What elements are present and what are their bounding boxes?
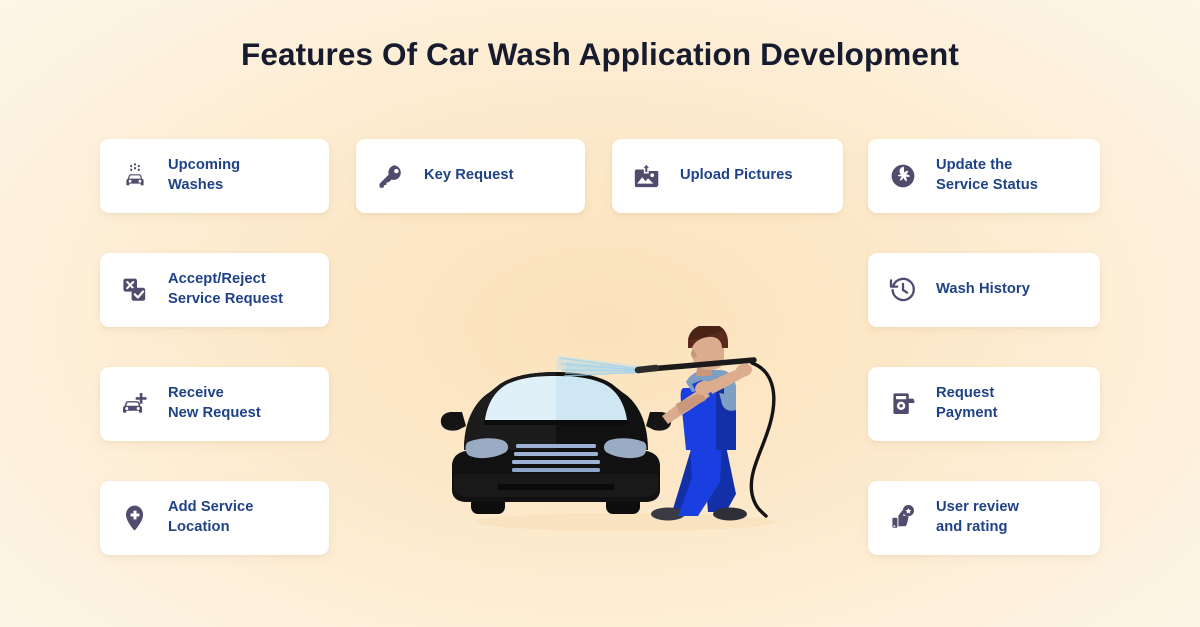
water-spray [556,356,642,377]
image-upload-icon [630,159,664,193]
feature-card-label-line: New Request [168,405,261,421]
feature-card-upload-pictures[interactable]: Upload Pictures [612,139,843,213]
page-title: Features Of Car Wash Application Develop… [241,36,959,72]
car-plus-icon [118,387,152,421]
infographic-poster: Features Of Car Wash Application Develop… [0,0,1200,627]
feature-card-label-line: Accept/Reject [168,271,266,288]
feature-card-label-line: and rating [936,519,1008,535]
feature-card-label: Accept/Reject Service Request [168,270,283,309]
feature-card-receive-new-request[interactable]: Receive New Request [100,367,329,441]
feature-card-label-line: Washes [168,177,224,193]
feature-card-label-line: Service Request [168,291,284,307]
feature-card-add-service-location[interactable]: Add Service Location [100,481,329,555]
car-graphic [440,372,672,514]
feature-card-label: Wash History [936,280,1030,300]
feature-card-user-review-and-rating[interactable]: User review and rating [868,481,1100,555]
atm-cash-icon [886,387,920,421]
feature-card-label-line: Service Status [936,177,1038,193]
accept-reject-icon [118,273,152,307]
feature-card-label: Upcoming Washes [168,156,240,195]
feature-card-label-line: Add Service [168,499,254,516]
feature-card-label: User review and rating [936,498,1019,537]
feature-card-label: Upload Pictures [680,166,793,186]
feature-card-request-payment[interactable]: Request Payment [868,367,1100,441]
key-icon [374,159,408,193]
feature-card-label-line: Key Request [424,167,514,184]
feature-card-update-service-status[interactable]: Update the Service Status [868,139,1100,213]
feature-card-label-line: Payment [936,405,998,421]
feature-card-label-line: Update the [936,157,1013,174]
feature-card-label: Update the Service Status [936,156,1038,195]
feature-card-label-line: Location [168,519,230,535]
history-clock-icon [886,273,920,307]
feature-card-label: Receive New Request [168,384,261,423]
feature-card-label-line: Upcoming [168,157,241,174]
feature-card-label-line: Upload Pictures [680,167,793,184]
feature-card-label-line: Receive [168,385,224,402]
feature-card-key-request[interactable]: Key Request [356,139,585,213]
feature-card-label: Request Payment [936,384,998,423]
feature-card-label-line: User review [936,499,1020,516]
car-wash-icon [118,159,152,193]
feature-card-label: Key Request [424,166,514,186]
feature-card-label: Add Service Location [168,498,253,537]
feature-card-wash-history[interactable]: Wash History [868,253,1100,327]
thumbs-up-star-icon [886,501,920,535]
feature-card-label-line: Request [936,385,995,402]
feature-card-accept-reject-service-request[interactable]: Accept/Reject Service Request [100,253,329,327]
car-wash-worker-illustration [440,326,804,550]
feature-card-upcoming-washes[interactable]: Upcoming Washes [100,139,329,213]
lightning-circle-icon [886,159,920,193]
map-pin-plus-icon [118,501,152,535]
feature-card-label-line: Wash History [936,281,1030,298]
